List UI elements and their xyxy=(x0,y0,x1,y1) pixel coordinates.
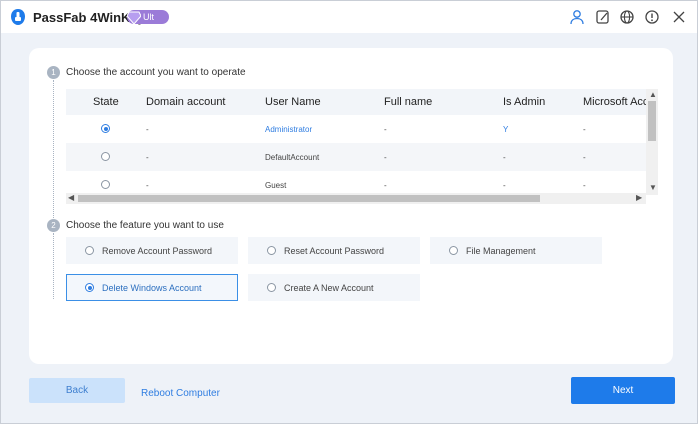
option-radio[interactable] xyxy=(85,283,94,292)
option-delete-windows-account[interactable]: Delete Windows Account xyxy=(66,274,238,301)
scroll-right-arrow-icon[interactable]: ▶ xyxy=(636,193,642,203)
cell-full-name: - xyxy=(384,181,387,190)
row-select-radio[interactable] xyxy=(101,180,110,189)
feedback-note-icon[interactable] xyxy=(595,9,611,25)
option-label: Create A New Account xyxy=(284,283,374,293)
cell-is-admin: - xyxy=(503,153,506,162)
step-2-number: 2 xyxy=(47,219,60,232)
scroll-left-arrow-icon[interactable]: ◀ xyxy=(68,193,74,203)
step-2-label: Choose the feature you want to use xyxy=(66,220,224,231)
account-table: State Domain account User Name Full name… xyxy=(66,89,658,207)
table-header: State Domain account User Name Full name… xyxy=(66,89,649,115)
cell-full-name: - xyxy=(384,125,387,134)
cell-microsoft: - xyxy=(583,153,586,162)
back-button[interactable]: Back xyxy=(29,378,125,403)
passfab-logo-icon xyxy=(11,9,25,25)
option-file-management[interactable]: File Management xyxy=(430,237,602,264)
option-label: File Management xyxy=(466,246,536,256)
horizontal-scroll-thumb[interactable] xyxy=(78,195,540,202)
option-label: Remove Account Password xyxy=(102,246,213,256)
cell-domain: - xyxy=(146,125,149,134)
option-remove-account-password[interactable]: Remove Account Password xyxy=(66,237,238,264)
scroll-down-arrow-icon[interactable]: ▼ xyxy=(649,183,657,193)
col-user-name: User Name xyxy=(265,96,321,108)
option-radio[interactable] xyxy=(85,246,94,255)
globe-icon[interactable] xyxy=(619,9,635,25)
option-radio[interactable] xyxy=(267,283,276,292)
step-connector xyxy=(53,233,54,299)
row-select-radio[interactable] xyxy=(101,152,110,161)
cell-microsoft: - xyxy=(583,181,586,190)
option-label: Reset Account Password xyxy=(284,246,385,256)
option-label: Delete Windows Account xyxy=(102,283,202,293)
cell-is-admin: Y xyxy=(503,125,509,134)
info-icon[interactable] xyxy=(644,9,660,25)
option-reset-account-password[interactable]: Reset Account Password xyxy=(248,237,420,264)
row-select-radio[interactable] xyxy=(101,124,110,133)
scroll-up-arrow-icon[interactable]: ▲ xyxy=(649,90,657,100)
col-microsoft-account: Microsoft Acc xyxy=(583,96,649,108)
option-radio[interactable] xyxy=(267,246,276,255)
vertical-scroll-thumb[interactable] xyxy=(648,101,656,141)
table-vertical-scrollbar[interactable]: ▲ ▼ xyxy=(646,89,658,195)
step-1-number: 1 xyxy=(47,66,60,79)
option-radio[interactable] xyxy=(449,246,458,255)
step-connector xyxy=(53,80,54,218)
cell-user-name: DefaultAccount xyxy=(265,153,320,162)
table-row[interactable]: - DefaultAccount - - - xyxy=(66,143,646,171)
table-horizontal-scrollbar[interactable]: ◀ ▶ xyxy=(66,193,646,204)
cell-domain: - xyxy=(146,181,149,190)
col-full-name: Full name xyxy=(384,96,433,108)
user-icon[interactable] xyxy=(569,9,585,25)
cell-microsoft: - xyxy=(583,125,586,134)
cell-is-admin: - xyxy=(503,181,506,190)
diamond-icon xyxy=(127,11,141,25)
cell-full-name: - xyxy=(384,153,387,162)
option-create-new-account[interactable]: Create A New Account xyxy=(248,274,420,301)
col-state: State xyxy=(93,96,119,108)
cell-domain: - xyxy=(146,153,149,162)
cell-user-name: Administrator xyxy=(265,125,313,134)
next-button[interactable]: Next xyxy=(571,377,675,404)
step-1-label: Choose the account you want to operate xyxy=(66,67,246,78)
close-icon[interactable] xyxy=(671,9,687,25)
table-row[interactable]: - Administrator - Y - xyxy=(66,115,646,143)
app-window: PassFab 4WinKey Ult 1 Choose the account… xyxy=(0,0,698,424)
reboot-computer-link[interactable]: Reboot Computer xyxy=(141,388,220,399)
col-domain-account: Domain account xyxy=(146,96,226,108)
cell-user-name: Guest xyxy=(265,181,287,190)
title-bar: PassFab 4WinKey Ult xyxy=(1,1,697,33)
col-is-admin: Is Admin xyxy=(503,96,546,108)
